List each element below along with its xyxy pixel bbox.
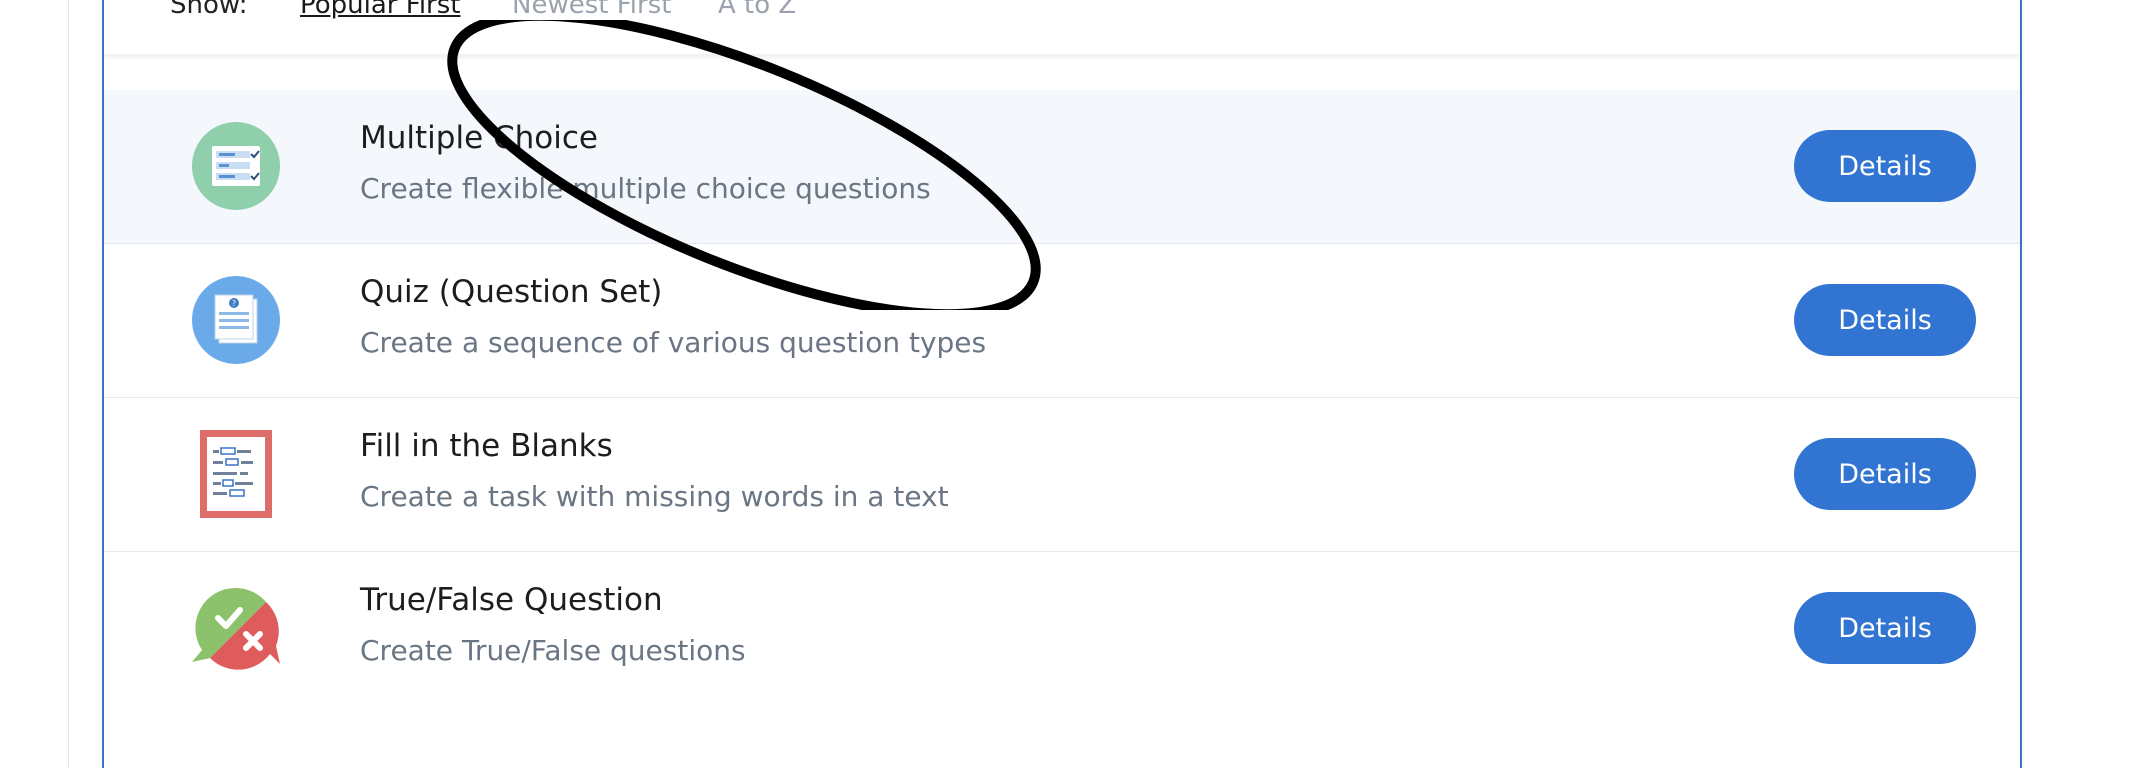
- sort-newest-first[interactable]: Newest First: [512, 0, 671, 20]
- sort-a-to-z[interactable]: A to Z: [718, 0, 796, 20]
- list-item-true-false[interactable]: True/False Question Create True/False qu…: [104, 552, 2020, 706]
- sort-popular-first[interactable]: Popular First: [300, 0, 460, 20]
- details-button[interactable]: Details: [1794, 438, 1976, 510]
- sort-label: Show:: [170, 0, 248, 20]
- item-title: Quiz (Question Set): [360, 274, 663, 310]
- svg-text:?: ?: [232, 299, 236, 308]
- list-item-fill-blanks[interactable]: Fill in the Blanks Create a task with mi…: [104, 398, 2020, 552]
- content-type-list: Multiple Choice Create flexible multiple…: [104, 90, 2020, 706]
- sort-bar: Show: Popular First Newest First A to Z: [104, 0, 2020, 54]
- item-description: Create True/False questions: [360, 634, 746, 667]
- page-divider: [68, 0, 69, 768]
- item-title: Fill in the Blanks: [360, 428, 613, 464]
- list-item-multiple-choice[interactable]: Multiple Choice Create flexible multiple…: [104, 90, 2020, 244]
- details-button[interactable]: Details: [1794, 130, 1976, 202]
- question-set-icon: ?: [192, 276, 280, 364]
- fill-blanks-icon: [200, 430, 272, 518]
- true-false-icon: [192, 587, 280, 670]
- item-description: Create flexible multiple choice question…: [360, 172, 931, 205]
- item-title: True/False Question: [360, 582, 663, 618]
- details-button[interactable]: Details: [1794, 284, 1976, 356]
- content-type-panel: Show: Popular First Newest First A to Z …: [102, 0, 2022, 768]
- item-description: Create a task with missing words in a te…: [360, 480, 949, 513]
- item-title: Multiple Choice: [360, 120, 598, 156]
- item-description: Create a sequence of various question ty…: [360, 326, 987, 359]
- list-item-question-set[interactable]: ? Quiz (Question Set) Create a sequence …: [104, 244, 2020, 398]
- multiple-choice-icon: [192, 122, 280, 210]
- details-button[interactable]: Details: [1794, 592, 1976, 664]
